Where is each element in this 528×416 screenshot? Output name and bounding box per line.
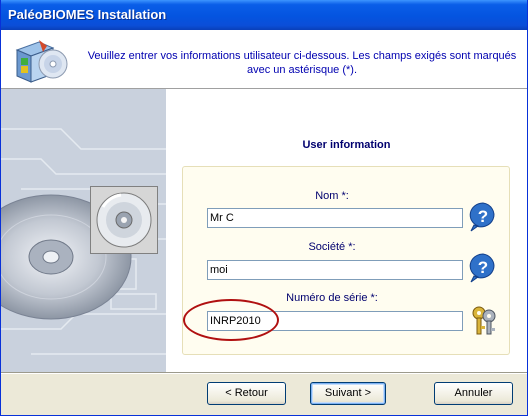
help-icon[interactable]: ? [468, 252, 498, 284]
title-bar[interactable]: PaléoBIOMES Installation [1, 0, 527, 30]
help-icon[interactable]: ? [468, 201, 498, 233]
svg-text:?: ? [478, 258, 488, 277]
side-banner [1, 89, 166, 372]
cancel-button[interactable]: Annuler [434, 382, 513, 405]
section-heading: User information [302, 139, 391, 151]
svg-text:?: ? [478, 207, 488, 226]
header-banner: Veuillez entrer vos informations utilisa… [1, 30, 527, 89]
header-message: Veuillez entrer vos informations utilisa… [87, 50, 517, 76]
highlight-annotation [183, 299, 279, 341]
company-label: Société *: [308, 241, 356, 253]
cd-icon [91, 187, 157, 253]
window-title: PaléoBIOMES Installation [8, 7, 167, 22]
button-separator [1, 372, 527, 374]
back-button[interactable]: < Retour [207, 382, 286, 405]
next-button[interactable]: Suivant > [310, 382, 386, 405]
name-label: Nom *: [315, 190, 349, 202]
installer-icon [15, 40, 68, 83]
keys-icon [472, 306, 496, 335]
cd-thumbnail [90, 186, 158, 254]
company-field[interactable]: moi [207, 260, 463, 280]
installer-window: PaléoBIOMES Installation Veuillez entrer… [0, 0, 528, 416]
name-field[interactable]: Mr C [207, 208, 463, 228]
